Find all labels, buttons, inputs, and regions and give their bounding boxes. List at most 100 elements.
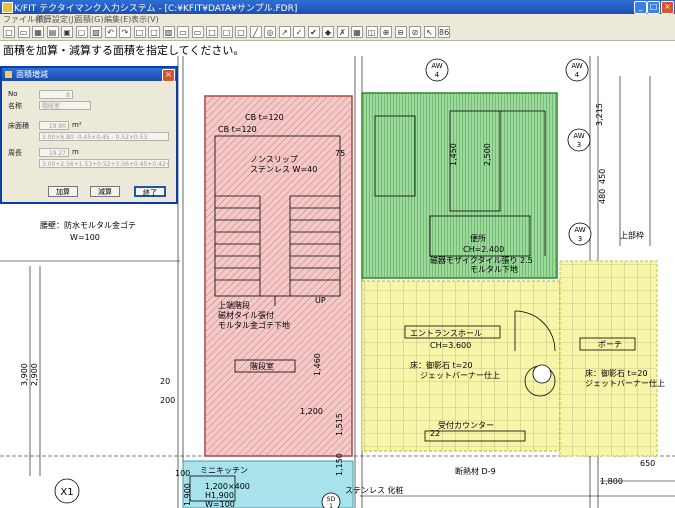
toolbar-button-13[interactable]: ▭ <box>177 26 189 38</box>
no-label: No <box>8 90 18 98</box>
toolbar-button-8[interactable]: ↶ <box>104 26 117 38</box>
toolbar-button-29[interactable]: ⊘ <box>409 26 421 38</box>
toolbar-button-20[interactable]: ↗ <box>278 26 291 38</box>
perimeter-value-field[interactable]: 19.27 <box>39 148 69 157</box>
dim-2500-label: 2,500 <box>483 143 492 166</box>
close-dialog-button[interactable]: 終了 <box>134 186 166 197</box>
toolbar-button-17[interactable]: □ <box>235 26 247 38</box>
dim-1800-label: 1,800 <box>600 477 623 486</box>
cb-120-label-a: CB t=120 <box>245 113 284 122</box>
aw3b-number: 3 <box>578 235 582 243</box>
toolbar-button-26[interactable]: ◫ <box>365 26 378 38</box>
dim-450-label: 450 <box>598 169 607 184</box>
toolbar-button-27[interactable]: ⊕ <box>380 26 392 38</box>
toolbar-button-31[interactable]: 86 <box>438 26 450 38</box>
porch-floor-2-label: ジェットバーナー仕上 <box>585 378 665 388</box>
room-wc-label: 便所 <box>470 233 486 243</box>
aw3a-number: 3 <box>577 141 581 149</box>
sd-label: SD <box>327 496 336 503</box>
dim-1200-label: 1,200 <box>300 407 323 416</box>
toolbar-button-18[interactable]: ╱ <box>249 26 262 38</box>
grid-x1-label: X1 <box>60 487 73 498</box>
wall-note-2: W=100 <box>70 233 100 242</box>
spec-note-label: 断熱材 D-9 <box>455 466 496 476</box>
entrance-floor-label: 床：御影石 t=20 <box>410 360 473 370</box>
no-field[interactable]: 8 <box>39 90 73 99</box>
toolbar-button-19[interactable]: ◎ <box>264 26 276 38</box>
wc-finish-2-label: モルタル下地 <box>470 264 518 274</box>
toolbar-button-24[interactable]: ✗ <box>336 26 349 38</box>
toolbar-button-6[interactable]: ▢ <box>75 26 88 38</box>
area-adjust-dialog: 面積増減 × No 8 名称 階段室 床面積 19.90 m² 3.00×6.8… <box>0 66 178 204</box>
toolbar-button-30[interactable]: ↖ <box>423 26 436 38</box>
status-prompt: 面積を加算・減算する面積を指定してください。 <box>0 41 675 57</box>
sd-number: 1 <box>329 503 333 508</box>
menu-view[interactable]: 表示(V) <box>131 14 159 25</box>
toolbar-button-14[interactable]: ▭ <box>191 26 204 38</box>
toolbar-button-7[interactable]: ▧ <box>90 26 102 38</box>
toolbar-button-9[interactable]: ↷ <box>119 26 131 38</box>
dim-1515-label: 1,515 <box>335 413 344 436</box>
add-button[interactable]: 加算 <box>48 186 78 197</box>
close-window-button[interactable]: × <box>661 1 674 14</box>
up-label: UP <box>315 296 326 305</box>
dim-650-label: 650 <box>640 459 655 468</box>
toolbar-button-4[interactable]: ▤ <box>46 26 59 38</box>
toilet-room[interactable] <box>361 92 558 279</box>
toolbar-button-23[interactable]: ◆ <box>322 26 334 38</box>
area-formula-field[interactable]: 3.00×6.80 -0.45×0.45 - 0.52×0.53 <box>39 132 169 141</box>
dim-100-label: 100 <box>175 469 190 478</box>
dialog-close-button[interactable]: × <box>162 69 175 82</box>
cb-120-label-b: CB t=120 <box>218 125 257 134</box>
dim-3215-label: 3,215 <box>595 103 604 126</box>
wc-ch-label: CH=2.400 <box>463 245 504 254</box>
toolbar-button-25[interactable]: ▦ <box>351 26 363 38</box>
name-label: 名称 <box>8 102 22 110</box>
stainless-label: ステンレス 化粧 <box>345 485 404 495</box>
dim-75-label: 75 <box>335 149 345 158</box>
entrance-hall[interactable] <box>361 260 658 457</box>
detail-marker[interactable] <box>532 364 552 384</box>
toolbar-button-11[interactable]: □ <box>148 26 160 38</box>
menu-edit[interactable]: 編集(E) <box>104 14 131 25</box>
aw4a-label: AW <box>431 62 442 70</box>
toolbar-button-10[interactable]: □ <box>133 26 146 38</box>
name-field[interactable]: 階段室 <box>39 101 91 110</box>
menu-estimate-settings[interactable]: 積算設定(J) <box>36 14 77 25</box>
toolbar-button-1[interactable]: □ <box>3 26 15 38</box>
kitchen-label: ミニキッチン <box>200 466 248 475</box>
toolbar-button-21[interactable]: ✓ <box>293 26 305 38</box>
entrance-label: エントランスホール <box>410 329 482 338</box>
area-value-field[interactable]: 19.90 <box>39 121 69 130</box>
floor-note-3: モルタル金ゴテ下地 <box>218 320 290 330</box>
dialog-titlebar[interactable]: 面積増減 × <box>2 68 176 82</box>
toolbar-button-28[interactable]: ⊖ <box>394 26 407 38</box>
toolbar: □ ▭ ▦ ▤ ▣ ▢ ▧ ↶ ↷ □ □ ▨ ▭ ▭ □ □ □ ╱ ◎ ↗ ✓ ✔ ◆ ✗ ▦ ◫ ⊕ ⊖ ⊘ ↖ 86 <box>0 25 675 41</box>
dim-1460-label: 1,460 <box>313 353 322 376</box>
wall-note-1: 腰壁：防水モルタル金ゴテ <box>40 220 136 230</box>
subtract-button[interactable]: 減算 <box>90 186 120 197</box>
toolbar-button-5[interactable]: ▣ <box>61 26 73 38</box>
toolbar-button-15[interactable]: □ <box>206 26 218 38</box>
kitchen-dim-3-label: W=100 <box>205 500 235 508</box>
menu-bar: ファイル(F) 積算設定(J) 面積(G) 編集(E) 表示(V) <box>0 14 675 25</box>
dim-20-label: 20 <box>160 377 170 386</box>
toolbar-button-3[interactable]: ▦ <box>32 26 44 38</box>
dim-200-label: 200 <box>160 396 175 405</box>
dim-2900-label: 2,900 <box>30 363 39 386</box>
stairs-note-2: ステンレス W=40 <box>250 165 317 174</box>
stairs-note-1: ノンスリップ <box>250 155 298 164</box>
toolbar-button-2[interactable]: ▭ <box>17 26 30 38</box>
maximize-button[interactable]: □ <box>647 1 660 14</box>
menu-area[interactable]: 面積(G) <box>75 14 103 25</box>
window-titlebar: K/FIT テクタイマンク入力システム - [C:¥KFIT¥DATA¥サンプル… <box>0 0 675 14</box>
stair-room[interactable] <box>204 95 353 457</box>
toolbar-button-22[interactable]: ✔ <box>307 26 320 38</box>
dim-1900-label: 1,900 <box>183 483 192 506</box>
entrance-ch-label: CH=3.600 <box>430 341 471 350</box>
upper-frame-label: 上部枠 <box>620 230 644 240</box>
toolbar-button-12[interactable]: ▨ <box>162 26 175 38</box>
perimeter-formula-field[interactable]: 3.00+2.56+1.53+0.52+3.06+0.45+0.42+2.60 <box>39 159 169 168</box>
minimize-button[interactable]: _ <box>634 1 647 14</box>
toolbar-button-16[interactable]: □ <box>220 26 233 38</box>
